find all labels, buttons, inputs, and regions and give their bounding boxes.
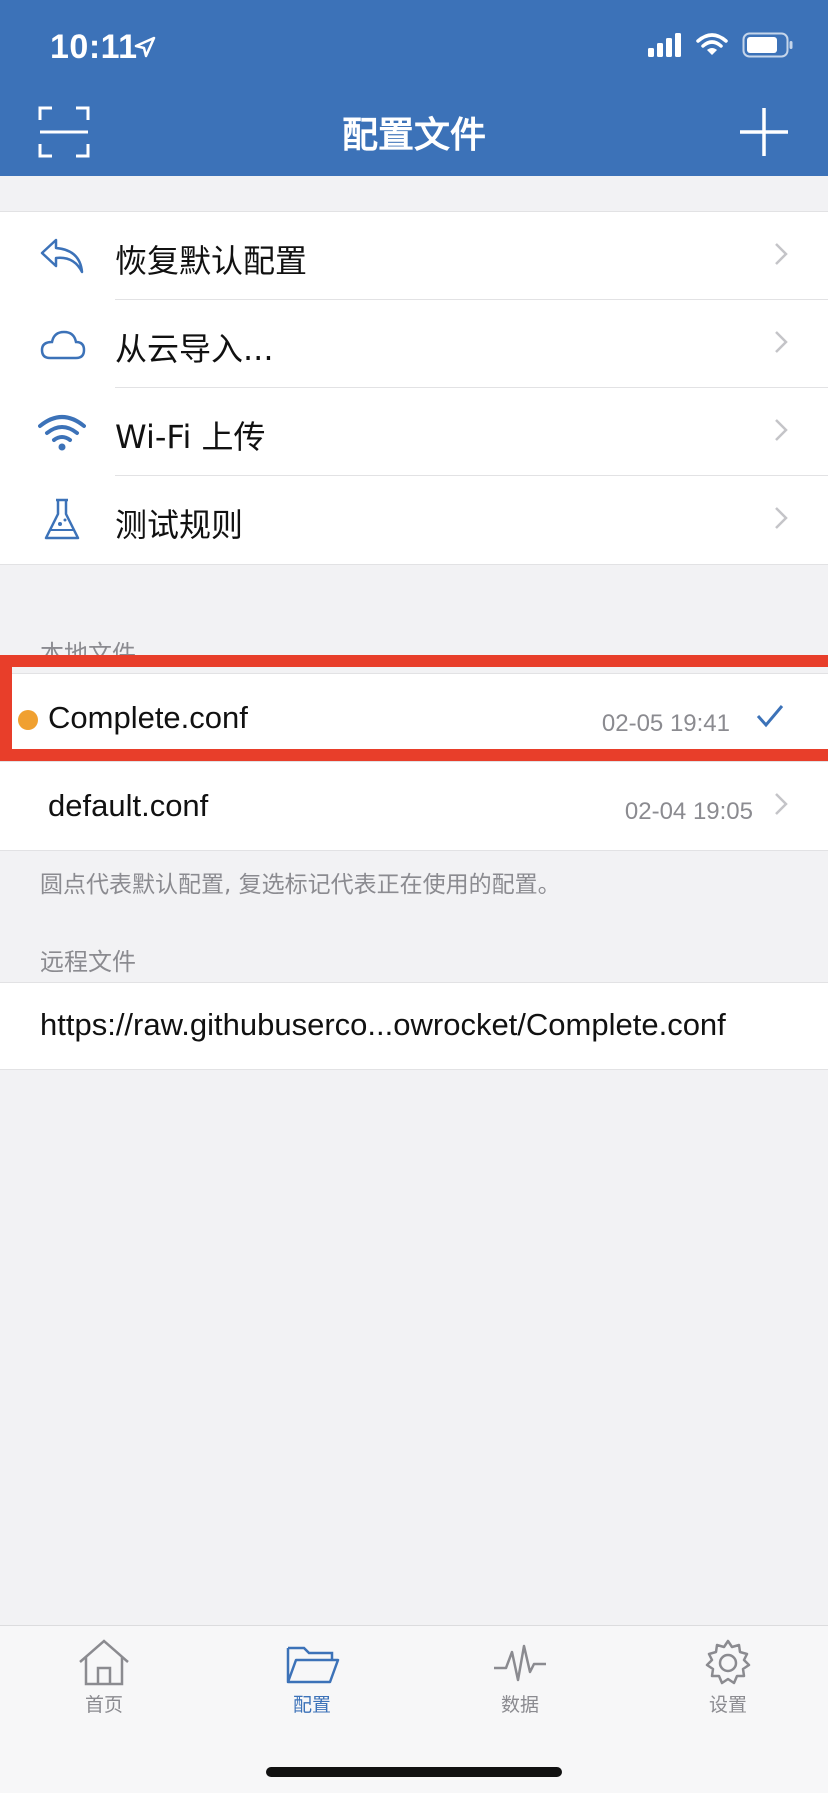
cellular-signal-icon: [648, 33, 681, 57]
tab-settings[interactable]: 设置: [668, 1638, 788, 1717]
wifi-icon: [38, 415, 86, 451]
cloud-icon: [40, 330, 86, 360]
gear-icon: [705, 1639, 751, 1685]
highlight-annotation-box: [0, 655, 828, 761]
wifi-status-icon: [696, 33, 728, 55]
nav-bar: 10:11 配置文件: [0, 0, 828, 176]
tab-label: 首页: [84, 1694, 123, 1716]
menu-label: Wi-Fi 上传: [115, 418, 266, 456]
file-name: default.conf: [48, 788, 209, 823]
restore-default-config-row[interactable]: 恢复默认配置: [0, 212, 828, 300]
chevron-right-icon: [775, 419, 788, 441]
file-time: 02-04 19:05: [624, 798, 753, 825]
undo-icon: [40, 238, 84, 274]
tab-label: 设置: [708, 1694, 747, 1716]
wifi-upload-row[interactable]: Wi-Fi 上传: [0, 388, 828, 476]
home-indicator: [266, 1767, 562, 1777]
tab-label: 配置: [292, 1694, 331, 1716]
flask-icon: [44, 498, 80, 540]
file-row-default[interactable]: default.conf 02-04 19:05: [0, 762, 828, 850]
location-arrow-icon: [134, 36, 156, 58]
home-icon: [79, 1639, 129, 1686]
remote-url: https://raw.githubuserco...owrocket/Comp…: [40, 1007, 726, 1042]
status-indicators: [648, 32, 794, 58]
actions-list: 恢复默认配置 从云导入... Wi-Fi 上传 测试规则: [0, 211, 828, 565]
page-title: 配置文件: [341, 115, 486, 156]
tab-home[interactable]: 首页: [44, 1638, 164, 1717]
chevron-right-icon: [775, 507, 788, 529]
menu-label: 恢复默认配置: [115, 242, 308, 280]
status-time: 10:11: [50, 28, 138, 66]
remote-file-row[interactable]: https://raw.githubuserco...owrocket/Comp…: [0, 982, 828, 1070]
tab-data[interactable]: 数据: [460, 1638, 580, 1717]
pulse-icon: [494, 1644, 546, 1682]
chevron-right-icon: [775, 331, 788, 353]
tab-label: 数据: [500, 1694, 539, 1716]
add-button[interactable]: [738, 106, 790, 158]
battery-icon: [742, 32, 793, 58]
folder-icon: [286, 1646, 340, 1684]
import-from-cloud-row[interactable]: 从云导入...: [0, 300, 828, 388]
chevron-right-icon: [775, 793, 788, 815]
menu-label: 从云导入...: [115, 330, 274, 368]
remote-files-header: 远程文件: [40, 948, 136, 976]
legend-note: 圆点代表默认配置, 复选标记代表正在使用的配置。: [40, 872, 561, 898]
tab-config[interactable]: 配置: [252, 1638, 372, 1717]
test-rules-row[interactable]: 测试规则: [0, 476, 828, 564]
chevron-right-icon: [775, 243, 788, 265]
menu-label: 测试规则: [115, 506, 244, 544]
